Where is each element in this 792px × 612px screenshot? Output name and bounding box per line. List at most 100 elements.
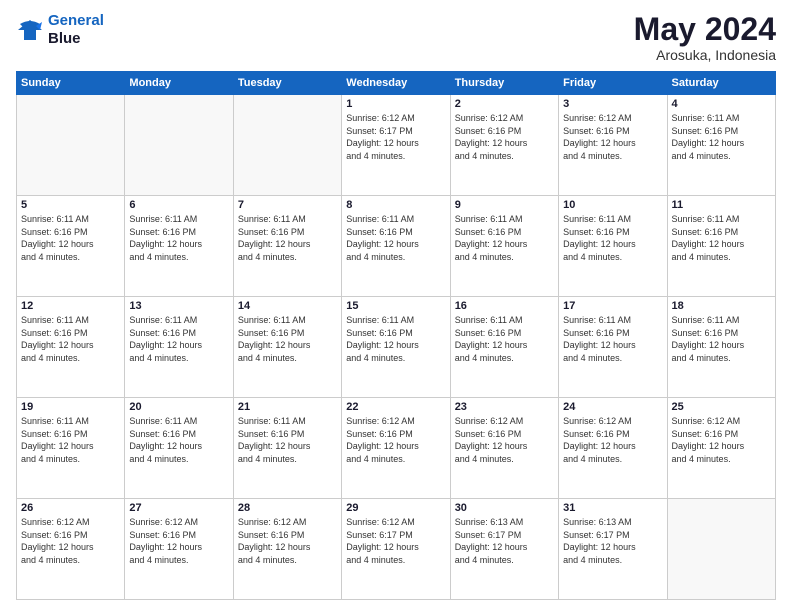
day-info: Sunrise: 6:11 AMSunset: 6:16 PMDaylight:… (672, 314, 771, 364)
day-info: Sunrise: 6:12 AMSunset: 6:16 PMDaylight:… (672, 415, 771, 465)
calendar-week-row: 1 Sunrise: 6:12 AMSunset: 6:17 PMDaylight… (17, 95, 776, 196)
day-info: Sunrise: 6:12 AMSunset: 6:17 PMDaylight:… (346, 516, 445, 566)
table-row: 2Sunrise: 6:12 AMSunset: 6:16 PMDaylight… (450, 95, 558, 196)
day-info: Sunrise: 6:13 AMSunset: 6:17 PMDaylight:… (563, 516, 662, 566)
table-row: 21Sunrise: 6:11 AMSunset: 6:16 PMDayligh… (233, 398, 341, 499)
day-number: 13 (129, 300, 228, 312)
header-saturday: Saturday (667, 72, 775, 95)
header-friday: Friday (559, 72, 667, 95)
table-row: 9 Sunrise: 6:11 AMSunset: 6:16 PMDaylight… (450, 196, 558, 297)
day-info: Sunrise: 6:12 AMSunset: 6:16 PMDaylight:… (563, 112, 662, 162)
day-info: Sunrise: 6:12 AMSunset: 6:16 PMDaylight:… (455, 112, 554, 162)
calendar-table: Sunday Monday Tuesday Wednesday Thursday… (16, 71, 776, 600)
day-number: 22 (346, 401, 445, 413)
day-number: 1 (346, 98, 445, 110)
calendar-header-row: Sunday Monday Tuesday Wednesday Thursday… (17, 72, 776, 95)
header-monday: Monday (125, 72, 233, 95)
day-number: 30 (455, 502, 554, 514)
calendar-week-row: 26 Sunrise: 6:12 AMSunset: 6:16 PMDayligh… (17, 499, 776, 600)
day-number: 12 (21, 300, 120, 312)
table-row: 13 Sunrise: 6:11 AMSunset: 6:16 PMDayligh… (125, 297, 233, 398)
day-number: 20 (129, 401, 228, 413)
table-row: 12 Sunrise: 6:11 AMSunset: 6:16 PMDayligh… (17, 297, 125, 398)
day-number: 27 (129, 502, 228, 514)
day-info: Sunrise: 6:11 AMSunset: 6:16 PMDaylight:… (21, 213, 120, 263)
table-row: 10Sunrise: 6:11 AMSunset: 6:16 PMDayligh… (559, 196, 667, 297)
table-row: 15 Sunrise: 6:11 AMSunset: 6:16 PMDayligh… (342, 297, 450, 398)
table-row: 8 Sunrise: 6:11 AMSunset: 6:16 PMDaylight… (342, 196, 450, 297)
day-number: 29 (346, 502, 445, 514)
day-info: Sunrise: 6:12 AMSunset: 6:17 PMDaylight:… (346, 112, 445, 162)
table-row (233, 95, 341, 196)
day-number: 24 (563, 401, 662, 413)
header-thursday: Thursday (450, 72, 558, 95)
table-row: 30 Sunrise: 6:13 AMSunset: 6:17 PMDayligh… (450, 499, 558, 600)
table-row: 3 Sunrise: 6:12 AMSunset: 6:16 PMDaylight… (559, 95, 667, 196)
header-sunday: Sunday (17, 72, 125, 95)
table-row: 23 Sunrise: 6:12 AMSunset: 6:16 PMDayligh… (450, 398, 558, 499)
table-row: 22 Sunrise: 6:12 AMSunset: 6:16 PMDayligh… (342, 398, 450, 499)
day-info: Sunrise: 6:11 AMSunset: 6:16 PMDaylight:… (672, 112, 771, 162)
table-row: 4Sunrise: 6:11 AMSunset: 6:16 PMDaylight… (667, 95, 775, 196)
header-wednesday: Wednesday (342, 72, 450, 95)
day-number: 31 (563, 502, 662, 514)
table-row: 16 Sunrise: 6:11 AMSunset: 6:16 PMDayligh… (450, 297, 558, 398)
day-number: 28 (238, 502, 337, 514)
day-number: 9 (455, 199, 554, 211)
day-info: Sunrise: 6:12 AMSunset: 6:16 PMDaylight:… (21, 516, 120, 566)
table-row: 25Sunrise: 6:12 AMSunset: 6:16 PMDayligh… (667, 398, 775, 499)
day-info: Sunrise: 6:11 AMSunset: 6:16 PMDaylight:… (129, 415, 228, 465)
day-info: Sunrise: 6:11 AMSunset: 6:16 PMDaylight:… (455, 213, 554, 263)
day-info: Sunrise: 6:11 AMSunset: 6:16 PMDaylight:… (346, 213, 445, 263)
day-number: 18 (672, 300, 771, 312)
day-info: Sunrise: 6:11 AMSunset: 6:16 PMDaylight:… (129, 314, 228, 364)
day-info: Sunrise: 6:11 AMSunset: 6:16 PMDaylight:… (21, 314, 120, 364)
day-number: 6 (129, 199, 228, 211)
day-info: Sunrise: 6:12 AMSunset: 6:16 PMDaylight:… (346, 415, 445, 465)
day-info: Sunrise: 6:13 AMSunset: 6:17 PMDaylight:… (455, 516, 554, 566)
logo-icon (16, 16, 44, 44)
day-info: Sunrise: 6:12 AMSunset: 6:16 PMDaylight:… (455, 415, 554, 465)
day-number: 7 (238, 199, 337, 211)
day-info: Sunrise: 6:12 AMSunset: 6:16 PMDaylight:… (238, 516, 337, 566)
table-row: 1 Sunrise: 6:12 AMSunset: 6:17 PMDaylight… (342, 95, 450, 196)
table-row (17, 95, 125, 196)
day-number: 17 (563, 300, 662, 312)
day-number: 15 (346, 300, 445, 312)
logo: General Blue (16, 12, 104, 48)
day-info: Sunrise: 6:11 AMSunset: 6:16 PMDaylight:… (455, 314, 554, 364)
day-info: Sunrise: 6:11 AMSunset: 6:16 PMDaylight:… (21, 415, 120, 465)
table-row: 5Sunrise: 6:11 AMSunset: 6:16 PMDaylight… (17, 196, 125, 297)
table-row: 28 Sunrise: 6:12 AMSunset: 6:16 PMDayligh… (233, 499, 341, 600)
day-number: 19 (21, 401, 120, 413)
table-row: 14 Sunrise: 6:11 AMSunset: 6:16 PMDayligh… (233, 297, 341, 398)
day-info: Sunrise: 6:11 AMSunset: 6:16 PMDaylight:… (238, 314, 337, 364)
day-number: 8 (346, 199, 445, 211)
table-row: 31 Sunrise: 6:13 AMSunset: 6:17 PMDayligh… (559, 499, 667, 600)
table-row: 17 Sunrise: 6:11 AMSunset: 6:16 PMDayligh… (559, 297, 667, 398)
table-row: 26 Sunrise: 6:12 AMSunset: 6:16 PMDayligh… (17, 499, 125, 600)
day-number: 14 (238, 300, 337, 312)
table-row: 18 Sunrise: 6:11 AMSunset: 6:16 PMDayligh… (667, 297, 775, 398)
calendar-week-row: 5Sunrise: 6:11 AMSunset: 6:16 PMDaylight… (17, 196, 776, 297)
day-info: Sunrise: 6:12 AMSunset: 6:16 PMDaylight:… (563, 415, 662, 465)
day-info: Sunrise: 6:11 AMSunset: 6:16 PMDaylight:… (238, 213, 337, 263)
day-number: 16 (455, 300, 554, 312)
day-number: 21 (238, 401, 337, 413)
day-info: Sunrise: 6:11 AMSunset: 6:16 PMDaylight:… (129, 213, 228, 263)
header: General Blue May 2024 Arosuka, Indonesia (16, 12, 776, 63)
table-row: 19 Sunrise: 6:11 AMSunset: 6:16 PMDayligh… (17, 398, 125, 499)
day-info: Sunrise: 6:11 AMSunset: 6:16 PMDaylight:… (346, 314, 445, 364)
table-row: 11Sunrise: 6:11 AMSunset: 6:16 PMDayligh… (667, 196, 775, 297)
day-number: 3 (563, 98, 662, 110)
day-info: Sunrise: 6:11 AMSunset: 6:16 PMDaylight:… (563, 314, 662, 364)
table-row: 27Sunrise: 6:12 AMSunset: 6:16 PMDayligh… (125, 499, 233, 600)
day-number: 23 (455, 401, 554, 413)
table-row: 24 Sunrise: 6:12 AMSunset: 6:16 PMDayligh… (559, 398, 667, 499)
day-number: 11 (672, 199, 771, 211)
table-row: 7 Sunrise: 6:11 AMSunset: 6:16 PMDaylight… (233, 196, 341, 297)
header-tuesday: Tuesday (233, 72, 341, 95)
month-title: May 2024 (634, 12, 776, 47)
table-row: 29 Sunrise: 6:12 AMSunset: 6:17 PMDayligh… (342, 499, 450, 600)
day-number: 26 (21, 502, 120, 514)
